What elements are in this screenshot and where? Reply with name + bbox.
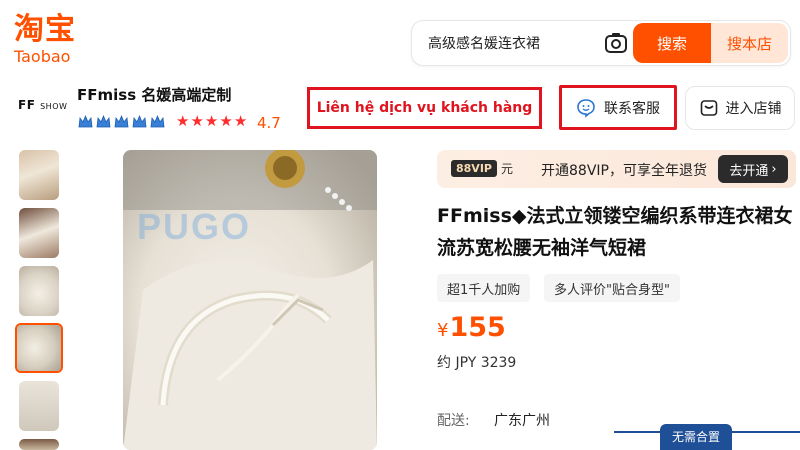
shop-crown-level — [77, 113, 166, 130]
product-tag-cart: 超1千人加购 — [437, 274, 531, 302]
shop-rating-value: 4.7 — [257, 114, 281, 132]
logo-english: Taobao — [14, 47, 71, 66]
star-icon: ★ — [204, 112, 219, 130]
product-title: FFmiss◆法式立领镂空编织系带连衣裙女流苏宽松腰无袖洋气短裙 — [437, 205, 793, 259]
product-photo — [123, 150, 377, 450]
gallery-thumbnail[interactable] — [19, 381, 59, 431]
gallery-thumbnail[interactable] — [19, 439, 59, 450]
search-store-button[interactable]: 搜本店 — [711, 23, 788, 63]
shop-logo-small: SHOW — [40, 102, 68, 111]
vip-promo-bar[interactable]: 88VIP 元 开通88VIP，可享全年退货 去开通 › — [437, 150, 796, 188]
crown-icon — [78, 114, 93, 128]
shop-name[interactable]: FFmiss 名媛高端定制 — [77, 84, 231, 105]
thumbnail-image — [19, 439, 59, 450]
thumbnail-image — [19, 266, 59, 316]
crown-icon — [150, 114, 165, 128]
image-watermark: PUGO — [137, 206, 252, 247]
gallery-thumbnail[interactable] — [19, 266, 59, 316]
vip-promo-text: 开通88VIP，可享全年退货 — [541, 163, 707, 179]
crown-icon — [132, 114, 147, 128]
star-icon: ★ — [219, 112, 233, 130]
camera-icon[interactable] — [604, 32, 628, 54]
store-icon — [700, 100, 717, 116]
vip-open-button[interactable]: 去开通 › — [718, 155, 788, 183]
vip-badge: 88VIP — [451, 160, 497, 177]
vip-open-label: 去开通 — [729, 163, 769, 179]
assemble-button[interactable]: 无需合置 — [660, 424, 732, 450]
gallery-thumbnail[interactable] — [19, 208, 59, 258]
price-currency: ¥ — [437, 320, 449, 341]
star-icon: ★ — [190, 112, 204, 130]
gallery-thumbnail-selected[interactable] — [15, 323, 63, 373]
star-half-icon: ★ — [233, 112, 248, 130]
thumbnail-image — [19, 381, 59, 431]
search-button[interactable]: 搜索 — [633, 23, 711, 63]
star-icon: ★ — [176, 112, 190, 130]
chevron-right-icon: › — [771, 161, 777, 177]
logo-chinese: 淘宝 — [14, 12, 76, 47]
vip-badge-suffix: 元 — [501, 162, 514, 176]
taobao-logo[interactable]: 淘宝 Taobao — [14, 14, 94, 66]
chat-smile-icon — [577, 98, 595, 118]
gallery-thumbnail[interactable] — [19, 150, 59, 200]
thumbnail-image — [19, 208, 59, 258]
search-input[interactable]: 高级感名媛连衣裙 — [428, 33, 540, 53]
shop-logo[interactable]: FF SHOW — [18, 98, 67, 112]
customer-service-label: 联系客服 — [604, 100, 660, 117]
enter-store-button[interactable]: 进入店铺 — [685, 86, 795, 130]
thumbnail-image — [17, 325, 61, 371]
annotation-label: Liên hệ dịch vụ khách hàng — [307, 87, 542, 129]
product-price: ¥ 155 — [437, 312, 506, 343]
search-bar: 高级感名媛连衣裙 搜索 搜本店 — [411, 20, 791, 66]
thumbnail-image — [19, 150, 59, 200]
crown-icon — [96, 114, 111, 128]
product-tag-review: 多人评价"贴合身型" — [544, 274, 680, 302]
enter-store-label: 进入店铺 — [725, 101, 782, 117]
shipping-location[interactable]: 广东广州 — [494, 410, 550, 430]
price-jpy: 约 JPY 3239 — [437, 355, 517, 371]
crown-icon — [114, 114, 129, 128]
customer-service-button[interactable]: 联系客服 — [559, 85, 677, 130]
price-value: 155 — [449, 312, 506, 343]
shop-logo-text: FF — [18, 98, 36, 112]
shop-star-rating: ★ ★ ★ ★ ★ — [176, 112, 247, 130]
main-product-image[interactable]: PUGO — [123, 150, 377, 450]
shipping-label: 配送: — [437, 413, 470, 429]
